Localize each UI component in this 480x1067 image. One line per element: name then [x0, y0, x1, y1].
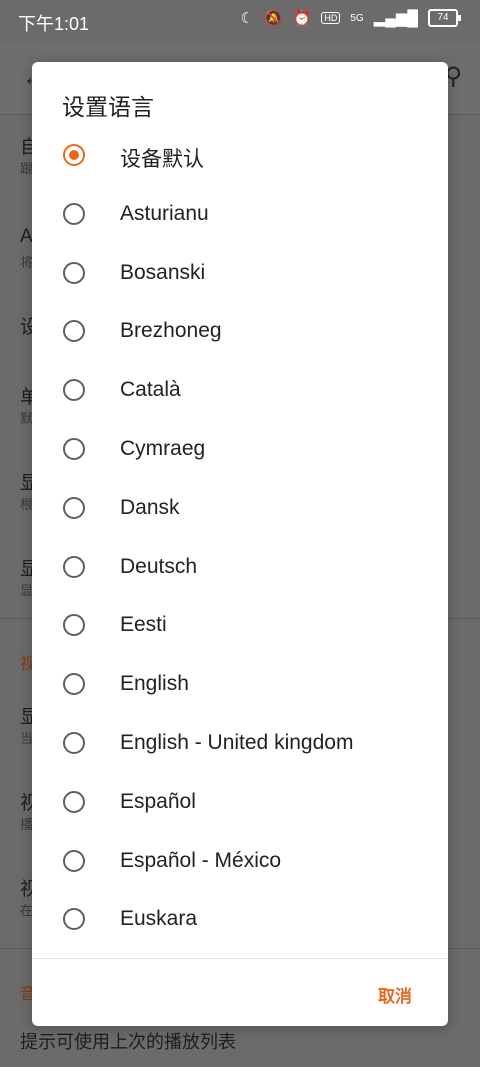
language-option[interactable]: Asturianu	[32, 186, 448, 245]
language-option[interactable]: Euskara	[32, 891, 448, 950]
radio-unselected-icon[interactable]	[63, 555, 85, 578]
status-bar: 下午1:01 ☾ 🔕 ⏰ HD 5G ▂▄▆█ 74	[0, 0, 480, 42]
radio-unselected-icon[interactable]	[63, 437, 85, 460]
radio-unselected-icon[interactable]	[63, 849, 85, 872]
cancel-button[interactable]: 取消	[378, 982, 412, 1007]
language-option-label: Brezhoneg	[120, 319, 222, 343]
radio-unselected-icon[interactable]	[63, 261, 85, 284]
language-option[interactable]: Bosanski	[32, 245, 448, 304]
language-option-label: Bosanski	[120, 260, 206, 284]
hd-icon: HD	[321, 12, 341, 24]
language-option-label: 设备默认	[120, 148, 204, 171]
radio-unselected-icon[interactable]	[63, 614, 85, 637]
settings-row-title: A	[20, 226, 33, 247]
settings-row-title[interactable]: 提示可使用上次的播放列表	[20, 1028, 236, 1054]
alarm-icon: ⏰	[292, 10, 312, 27]
language-option-label: Deutsch	[120, 554, 198, 578]
language-option[interactable]: Eesti	[32, 597, 448, 656]
language-option[interactable]: Cymraeg	[32, 421, 448, 480]
language-option[interactable]: Español	[32, 774, 448, 833]
language-dialog: 设置语言 设备默认 Asturianu Bosanski Brezhoneg Catal…	[32, 62, 448, 1026]
language-option[interactable]: Brezhoneg	[32, 303, 448, 362]
radio-unselected-icon[interactable]	[63, 320, 85, 343]
radio-unselected-icon[interactable]	[63, 908, 85, 931]
language-option-label: Asturianu	[120, 201, 209, 225]
language-option-label: Español - México	[120, 848, 282, 872]
radio-unselected-icon[interactable]	[63, 379, 85, 402]
language-option-label: English - United kingdom	[120, 730, 354, 754]
language-option[interactable]: English	[32, 656, 448, 715]
language-option[interactable]: Català	[32, 362, 448, 421]
network-label: 5G	[350, 12, 364, 24]
battery-icon: 74	[428, 9, 461, 27]
language-option[interactable]: Deutsch	[32, 539, 448, 598]
status-icons: ☾ 🔕 ⏰ HD 5G ▂▄▆█ 74	[240, 9, 461, 27]
radio-unselected-icon[interactable]	[63, 202, 85, 225]
language-option[interactable]: Español - México	[32, 833, 448, 892]
signal-icon: ▂▄▆█	[373, 10, 418, 27]
language-options-list: 设备默认 Asturianu Bosanski Brezhoneg Català Cymr…	[32, 127, 448, 950]
language-option-label: Español	[120, 789, 196, 813]
language-option-label: Eesti	[120, 613, 167, 637]
radio-unselected-icon[interactable]	[63, 790, 85, 813]
radio-unselected-icon[interactable]	[63, 673, 85, 696]
language-option-label: English	[120, 672, 189, 696]
language-option-label: Dansk	[120, 495, 180, 519]
mute-icon: 🔕	[263, 10, 283, 27]
moon-icon: ☾	[240, 10, 254, 27]
language-option-label: Cymraeg	[120, 436, 206, 460]
language-option[interactable]: Dansk	[32, 480, 448, 539]
divider	[32, 958, 448, 959]
language-option-label: Català	[120, 378, 181, 402]
language-option[interactable]: 设备默认	[32, 127, 448, 186]
status-time: 下午1:01	[18, 14, 90, 34]
language-option[interactable]: English - United kingdom	[32, 715, 448, 774]
radio-unselected-icon[interactable]	[63, 731, 85, 754]
battery-level: 74	[437, 12, 449, 23]
dialog-title: 设置语言	[62, 94, 154, 120]
language-option-label: Euskara	[120, 907, 198, 931]
radio-unselected-icon[interactable]	[63, 496, 85, 519]
radio-selected-icon[interactable]	[63, 144, 85, 166]
